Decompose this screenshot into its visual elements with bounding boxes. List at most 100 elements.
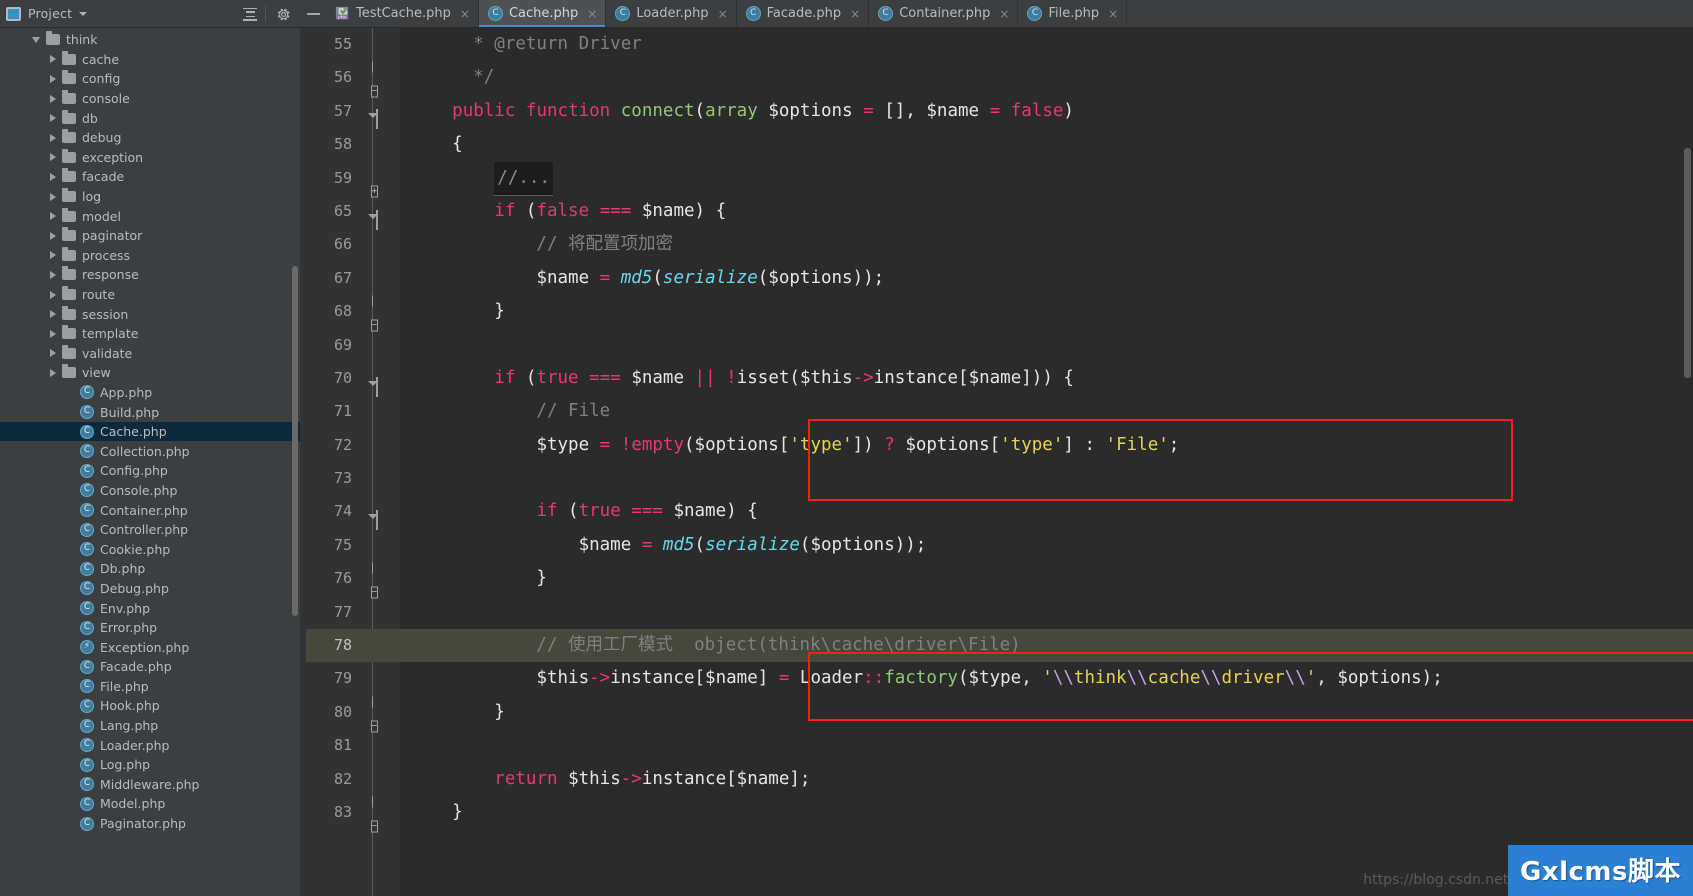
chevron-right-icon[interactable] [50, 133, 56, 142]
code-line[interactable]: } [400, 295, 1693, 328]
code-editor[interactable]: 55 56−57 58 59 +65 66 67 68− 69 70 71 72 73 74 75 76− 77… [300, 28, 1693, 896]
tree-node-cache[interactable]: cache [0, 50, 300, 70]
tree-node-model-php[interactable]: C Model.php [0, 794, 300, 814]
editor-tab-cache-php[interactable]: C Cache.php × [478, 0, 607, 27]
tree-node-cache-php[interactable]: C Cache.php [0, 421, 300, 442]
fold-collapse-icon[interactable]: − [367, 295, 378, 332]
tree-node-debug[interactable]: debug [0, 128, 300, 148]
tree-node-session[interactable]: session [0, 304, 300, 324]
code-line[interactable]: } [400, 562, 1693, 595]
tree-node-template[interactable]: template [0, 324, 300, 344]
editor-tab-file-php[interactable]: C File.php × [1018, 0, 1128, 27]
code-line[interactable] [400, 462, 1693, 495]
code-line[interactable]: $name = md5(serialize($options)); [400, 262, 1693, 295]
tree-node-view[interactable]: view [0, 363, 300, 383]
fold-collapse-icon[interactable]: − [367, 796, 378, 833]
fold-expand-icon[interactable]: + [367, 173, 378, 198]
tree-node-console[interactable]: console [0, 89, 300, 109]
tree-node-validate[interactable]: validate [0, 344, 300, 364]
chevron-right-icon[interactable] [50, 270, 56, 279]
code-content[interactable]: * @return Driver */ public function conn… [400, 28, 1693, 896]
code-line[interactable]: $type = !empty($options['type']) ? $opti… [400, 429, 1693, 462]
code-line[interactable]: } [400, 796, 1693, 829]
tree-node-controller-php[interactable]: C Controller.php [0, 520, 300, 540]
tree-node-middleware-php[interactable]: C Middleware.php [0, 775, 300, 795]
code-line[interactable]: // 使用工厂模式 object(think\cache\driver\File… [400, 629, 1693, 663]
fold-collapse-icon[interactable] [367, 371, 378, 397]
settings-button[interactable] [272, 3, 294, 25]
tree-node-build-php[interactable]: C Build.php [0, 402, 300, 422]
chevron-right-icon[interactable] [50, 192, 56, 201]
line-number-gutter[interactable]: 55 56−57 58 59 +65 66 67 68− 69 70 71 72 73 74 75 76− 77… [306, 28, 400, 896]
tree-node-collection-php[interactable]: C Collection.php [0, 441, 300, 461]
tree-node-facade-php[interactable]: C Facade.php [0, 657, 300, 677]
fold-collapse-icon[interactable] [367, 103, 378, 130]
editor-tab-testcache-php[interactable]: php TestCache.php × [326, 0, 479, 27]
tree-node-app-php[interactable]: C App.php [0, 383, 300, 403]
code-line[interactable]: return $this->instance[$name]; [400, 763, 1693, 796]
tree-node-hook-php[interactable]: C Hook.php [0, 696, 300, 716]
code-line[interactable]: // 将配置项加密 [400, 228, 1693, 261]
chevron-right-icon[interactable] [50, 329, 56, 338]
chevron-down-icon[interactable] [79, 11, 88, 16]
tree-node-exception[interactable]: exception [0, 148, 300, 168]
chevron-right-icon[interactable] [50, 231, 56, 240]
fold-collapse-icon[interactable]: − [367, 562, 378, 599]
tree-node-container-php[interactable]: C Container.php [0, 500, 300, 520]
chevron-right-icon[interactable] [50, 251, 56, 260]
tree-node-process[interactable]: process [0, 246, 300, 266]
chevron-right-icon[interactable] [50, 153, 56, 162]
project-tree-scrollbar[interactable] [292, 266, 298, 616]
code-line[interactable]: if (true === $name || !isset($this->inst… [400, 362, 1693, 395]
code-line[interactable] [400, 329, 1693, 362]
close-icon[interactable]: × [850, 8, 860, 20]
fold-collapse-icon[interactable]: − [367, 61, 378, 98]
chevron-right-icon[interactable] [50, 310, 56, 319]
collapse-all-button[interactable] [239, 3, 261, 25]
fold-collapse-icon[interactable]: − [367, 696, 378, 732]
tree-node-paginator[interactable]: paginator [0, 226, 300, 246]
tree-node-paginator-php[interactable]: C Paginator.php [0, 814, 300, 834]
tree-node-log[interactable]: log [0, 187, 300, 207]
code-line[interactable]: * @return Driver [400, 28, 1693, 61]
editor-tab-loader-php[interactable]: C Loader.php × [606, 0, 737, 27]
chevron-right-icon[interactable] [50, 290, 56, 299]
chevron-right-icon[interactable] [50, 368, 56, 377]
code-line[interactable] [400, 729, 1693, 762]
chevron-down-icon[interactable] [32, 36, 40, 43]
code-line[interactable] [400, 596, 1693, 629]
tree-node-db[interactable]: db [0, 108, 300, 128]
hide-tabs-button[interactable] [300, 0, 326, 27]
code-line[interactable]: $this->instance[$name] = Loader::factory… [400, 662, 1693, 695]
code-line[interactable]: // File [400, 395, 1693, 428]
code-line[interactable]: */ [400, 61, 1693, 94]
chevron-right-icon[interactable] [50, 114, 56, 123]
project-tree[interactable]: think cache config console db debug exception f… [0, 28, 300, 896]
tree-node-response[interactable]: response [0, 265, 300, 285]
tree-node-think[interactable]: think [0, 30, 300, 50]
tree-node-log-php[interactable]: C Log.php [0, 755, 300, 775]
tree-node-console-php[interactable]: C Console.php [0, 481, 300, 501]
code-line[interactable]: $name = md5(serialize($options)); [400, 529, 1693, 562]
code-line[interactable]: if (false === $name) { [400, 195, 1693, 228]
close-icon[interactable]: × [587, 8, 597, 20]
close-icon[interactable]: × [999, 8, 1009, 20]
tree-node-model[interactable]: model [0, 206, 300, 226]
code-line[interactable]: if (true === $name) { [400, 495, 1693, 528]
tree-node-lang-php[interactable]: C Lang.php [0, 716, 300, 736]
close-icon[interactable]: × [718, 8, 728, 20]
tree-node-env-php[interactable]: C Env.php [0, 598, 300, 618]
tree-node-cookie-php[interactable]: C Cookie.php [0, 539, 300, 559]
tree-node-loader-php[interactable]: C Loader.php [0, 735, 300, 755]
tree-node-config[interactable]: config [0, 69, 300, 89]
collapsed-code-stub[interactable]: //... [494, 161, 553, 196]
chevron-right-icon[interactable] [50, 74, 56, 83]
tree-node-facade[interactable]: facade [0, 167, 300, 187]
tree-node-route[interactable]: route [0, 285, 300, 305]
code-line[interactable]: { [400, 128, 1693, 161]
code-line[interactable]: public function connect(array $options =… [400, 95, 1693, 128]
tree-node-db-php[interactable]: C Db.php [0, 559, 300, 579]
tree-node-config-php[interactable]: C Config.php [0, 461, 300, 481]
tree-node-debug-php[interactable]: C Debug.php [0, 579, 300, 599]
fold-collapse-icon[interactable] [367, 504, 378, 531]
